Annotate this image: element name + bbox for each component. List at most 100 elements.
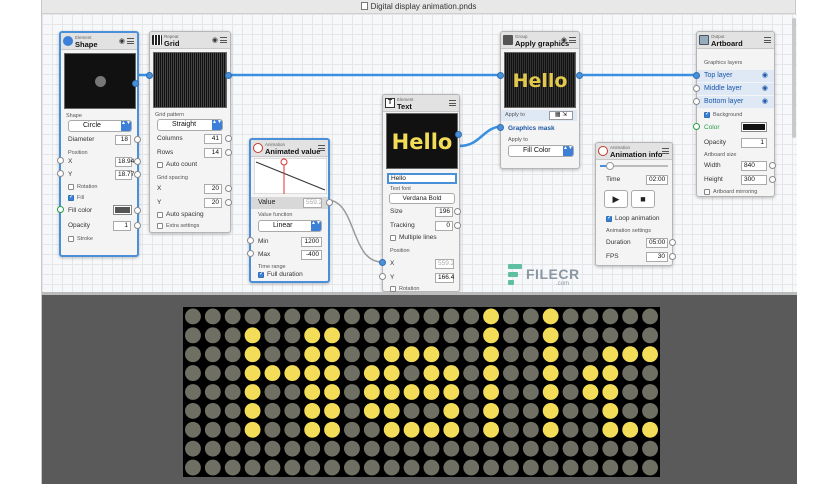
duration-field[interactable]: 05:00 <box>646 238 668 248</box>
height-field[interactable]: 300 <box>741 175 767 185</box>
auto-count-checkbox[interactable] <box>157 162 163 168</box>
opacity-port[interactable] <box>134 222 141 229</box>
wire-value-x[interactable] <box>326 199 383 263</box>
spacing-x-field[interactable]: 20 <box>204 184 222 194</box>
layer-row[interactable]: Bottom layer ◉ <box>697 96 774 108</box>
apply-mode-toggle[interactable]: ▦ ⇲ <box>549 111 573 120</box>
background-color-swatch[interactable] <box>741 122 767 132</box>
grid-input-port[interactable] <box>146 72 153 79</box>
text-output-port[interactable] <box>455 131 462 138</box>
color-input-port[interactable] <box>693 123 700 130</box>
time-field[interactable]: 02:00 <box>646 175 668 185</box>
shape-output-port[interactable] <box>132 80 139 87</box>
text-font-button[interactable]: Verdana Bold <box>389 193 455 204</box>
group-input-port[interactable] <box>497 72 504 79</box>
y-field[interactable]: 166.4 <box>435 273 454 283</box>
value-output-port[interactable] <box>326 199 333 206</box>
value-row[interactable]: Value 559.2 <box>251 197 328 209</box>
node-canvas[interactable]: Element Shape ◉ Shape Circle ▲▼ Diameter … <box>42 14 797 292</box>
tracking-field[interactable]: 0 <box>435 221 453 231</box>
eye-icon[interactable]: ◉ <box>762 70 768 82</box>
x-input-port[interactable] <box>57 157 64 164</box>
shape-type-select[interactable]: Circle ▲▼ <box>68 120 132 132</box>
value-curve-graph[interactable] <box>254 158 327 194</box>
spacing-y-port[interactable] <box>225 199 232 206</box>
eye-icon[interactable]: ◉ <box>119 37 125 45</box>
rows-field[interactable]: 14 <box>204 148 222 158</box>
size-port[interactable] <box>454 208 461 215</box>
loop-animation-checkbox[interactable] <box>606 214 612 222</box>
spacing-y-field[interactable]: 20 <box>204 198 222 208</box>
duration-port[interactable] <box>669 239 676 246</box>
columns-port[interactable] <box>225 135 232 142</box>
value-function-select[interactable]: Linear ▲▼ <box>258 220 322 232</box>
spacing-x-port[interactable] <box>225 185 232 192</box>
width-port[interactable] <box>769 162 776 169</box>
stroke-checkbox[interactable] <box>68 236 74 242</box>
eye-icon[interactable]: ◉ <box>212 36 218 44</box>
tracking-port[interactable] <box>454 222 461 229</box>
multiple-lines-checkbox[interactable] <box>390 235 396 241</box>
node-menu-icon[interactable] <box>764 37 771 43</box>
columns-field[interactable]: 41 <box>204 134 222 144</box>
top-layer-port[interactable] <box>693 72 700 79</box>
animation-info-node[interactable]: Animation Animation info Time 02:00 ▶ ■ … <box>595 142 676 266</box>
max-input-port[interactable] <box>247 250 254 257</box>
grid-pattern-select[interactable]: Straight ▲▼ <box>157 119 223 131</box>
shape-node[interactable]: Element Shape ◉ Shape Circle ▲▼ Diameter … <box>57 31 141 257</box>
diameter-field[interactable]: 18 <box>115 135 131 145</box>
node-menu-icon[interactable] <box>662 148 669 154</box>
node-menu-icon[interactable] <box>569 37 576 43</box>
fill-color-swatch[interactable] <box>113 205 132 215</box>
diameter-port[interactable] <box>134 136 141 143</box>
animated-value-node[interactable]: Animation Animated value Value 559.2 Val… <box>247 138 333 283</box>
group-node[interactable]: Group Apply graphics ◉ Hello Apply to ▦ … <box>497 31 583 169</box>
artboard-mirroring-checkbox[interactable] <box>704 189 710 195</box>
artboard-node-header[interactable]: Output Artboard <box>697 32 774 49</box>
group-node-header[interactable]: Group Apply graphics ◉ <box>501 32 579 49</box>
x-field[interactable]: 18.94 <box>115 157 134 167</box>
fps-port[interactable] <box>669 253 676 260</box>
shape-node-header[interactable]: Element Shape ◉ <box>61 33 137 50</box>
time-slider-thumb[interactable] <box>606 162 614 170</box>
play-button[interactable]: ▶ <box>604 190 628 208</box>
playhead-handle[interactable] <box>280 158 288 166</box>
max-field[interactable]: -400 <box>301 250 322 260</box>
x-input-port[interactable] <box>379 259 386 266</box>
eye-icon[interactable]: ◉ <box>561 36 567 44</box>
apply-to-select[interactable]: Fill Color ▲▼ <box>508 145 574 157</box>
node-menu-icon[interactable] <box>318 145 325 151</box>
value-field[interactable]: 559.2 <box>303 198 322 208</box>
min-field[interactable]: 1200 <box>301 237 322 247</box>
y-field[interactable]: 18.77 <box>115 170 134 180</box>
fill-color-output-port[interactable] <box>134 207 141 214</box>
auto-spacing-checkbox[interactable] <box>157 212 163 218</box>
min-input-port[interactable] <box>247 237 254 244</box>
full-duration-checkbox[interactable] <box>258 270 264 278</box>
node-menu-icon[interactable] <box>220 37 227 43</box>
rows-port[interactable] <box>225 149 232 156</box>
width-field[interactable]: 840 <box>741 161 767 171</box>
text-node[interactable]: T Element Text Hello Hello Text font Ver… <box>379 94 462 292</box>
x-field[interactable]: 559.2 <box>435 259 454 269</box>
grid-node-header[interactable]: Repeat Grid ◉ <box>150 32 230 49</box>
fill-color-input-port[interactable] <box>57 206 64 213</box>
y-input-port[interactable] <box>57 170 64 177</box>
node-menu-icon[interactable] <box>449 100 456 106</box>
animated-value-header[interactable]: Animation Animated value <box>251 140 328 157</box>
grid-node[interactable]: Repeat Grid ◉ Grid pattern Straight ▲▼ Co… <box>146 31 232 233</box>
text-node-header[interactable]: T Element Text <box>383 95 459 112</box>
height-port[interactable] <box>769 176 776 183</box>
opacity-field[interactable]: 1 <box>113 221 131 231</box>
fps-field[interactable]: 30 <box>646 252 668 262</box>
middle-layer-port[interactable] <box>693 85 700 92</box>
stop-button[interactable]: ■ <box>631 190 655 208</box>
y-output-port[interactable] <box>134 171 141 178</box>
x-output-port[interactable] <box>134 158 141 165</box>
group-output-port[interactable] <box>576 72 583 79</box>
grid-output-port[interactable] <box>225 72 232 79</box>
node-menu-icon[interactable] <box>127 38 134 44</box>
rotation-checkbox[interactable] <box>68 184 74 190</box>
fill-checkbox[interactable] <box>68 193 74 201</box>
opacity-field[interactable]: 1 <box>741 138 767 148</box>
